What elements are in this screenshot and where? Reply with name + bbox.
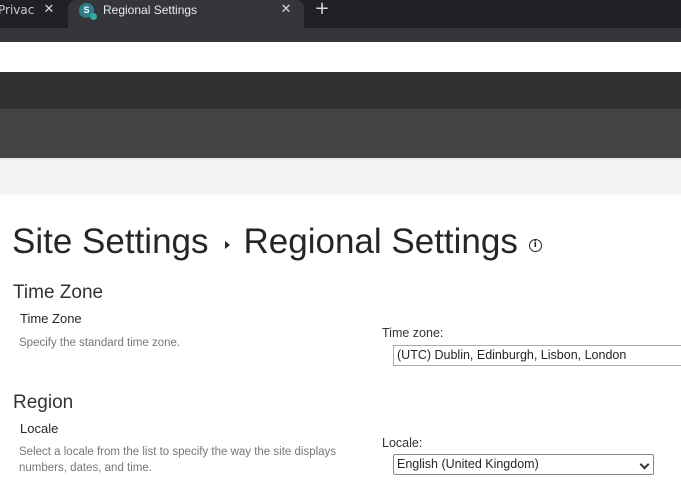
field-description-time-zone: Specify the standard time zone. — [19, 337, 181, 349]
locale-label: Locale: — [382, 436, 423, 450]
tab-regional-settings[interactable]: S Regional Settings ✕ — [68, 0, 304, 28]
locale-select[interactable]: English (United Kingdom) — [393, 454, 654, 475]
status-bar — [0, 160, 681, 195]
tab-privacy[interactable]: Privacy ✕ — [0, 0, 68, 28]
info-icon[interactable]: i — [528, 238, 542, 252]
browser-toolbar — [0, 28, 681, 42]
page-title-text: Regional Settings — [243, 222, 518, 261]
address-bar-area — [0, 42, 681, 72]
tab-title: Privacy — [0, 3, 34, 17]
time-zone-selected-value: (UTC) Dublin, Edinburgh, Lisbon, London — [397, 348, 627, 362]
locale-selected-value: English (United Kingdom) — [397, 457, 539, 471]
suite-bar — [0, 72, 681, 109]
field-description-locale: Select a locale from the list to specify… — [19, 446, 337, 474]
page-title: Site Settings Regional Settings i — [12, 218, 542, 266]
new-tab-plus-icon[interactable]: + — [312, 0, 332, 20]
close-icon[interactable]: ✕ — [41, 2, 57, 18]
chevron-down-icon — [639, 459, 650, 470]
breadcrumb-site-settings[interactable]: Site Settings — [12, 222, 209, 262]
time-zone-label: Time zone: — [382, 326, 444, 340]
time-zone-select[interactable]: (UTC) Dublin, Edinburgh, Lisbon, London — [393, 345, 681, 366]
close-icon[interactable]: ✕ — [278, 2, 294, 18]
field-title-time-zone: Time Zone — [20, 311, 82, 326]
field-title-locale: Locale — [20, 421, 59, 436]
ribbon — [0, 109, 681, 158]
section-heading-region: Region — [13, 392, 74, 413]
sharepoint-favicon-icon: S — [79, 3, 97, 20]
breadcrumb-arrow-icon — [224, 241, 230, 249]
section-heading-time-zone: Time Zone — [13, 282, 104, 303]
tab-title: Regional Settings — [103, 3, 198, 17]
browser-tab-strip: Privacy ✕ S Regional Settings ✕ + — [0, 0, 681, 28]
